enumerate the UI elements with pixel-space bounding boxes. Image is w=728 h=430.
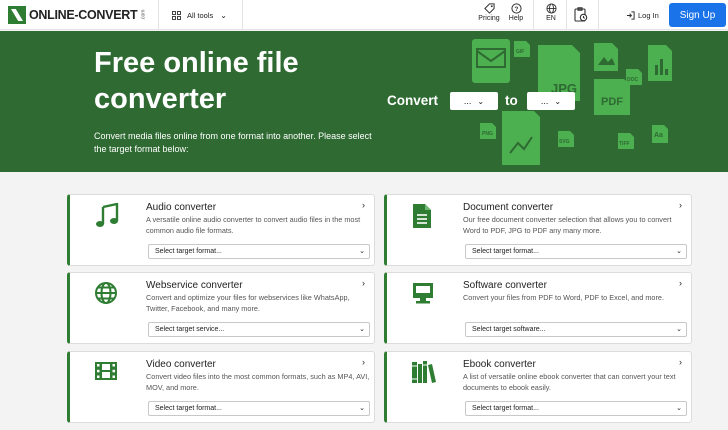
svg-text:?: ? [514, 6, 518, 13]
target-format-value: ... [540, 96, 549, 106]
grid-icon [172, 10, 181, 20]
card-description: A versatile online audio converter to co… [146, 215, 361, 235]
monitor-icon [413, 283, 433, 304]
chevron-right-icon[interactable]: › [679, 278, 682, 288]
card-title: Video converter [146, 359, 216, 370]
gif-deco-label: GIF [516, 49, 524, 55]
converter-card-audio[interactable]: Audio converter A versatile online audio… [67, 194, 375, 266]
all-tools-label: All tools [187, 10, 214, 20]
tiff-deco-label: TIFF [619, 141, 630, 147]
help-icon: ? [510, 3, 522, 14]
chevron-right-icon[interactable]: › [679, 200, 682, 210]
chevron-down-icon: ⌄ [359, 405, 365, 412]
font-deco-label: Aa [654, 132, 663, 139]
chevron-down-icon: ⌄ [676, 248, 682, 255]
globe-icon [95, 282, 117, 304]
chevron-down-icon: ⌄ [554, 96, 562, 106]
converter-card-document[interactable]: Document converter Our free document con… [384, 194, 692, 266]
logo-mark-icon [8, 6, 26, 24]
card-description: Convert and optimize your files for webs… [146, 293, 350, 313]
png-deco-label: PNG [482, 131, 493, 137]
select-value: Select target format... [472, 405, 539, 412]
pricing-link[interactable]: Pricing [474, 3, 504, 22]
hero-subtitle: Convert media files online from one form… [94, 131, 372, 154]
card-description: Our free document converter selection th… [463, 215, 672, 235]
converter-card-software[interactable]: Software converter Convert your files fr… [384, 272, 692, 344]
svg-deco-label: SVG [559, 139, 570, 145]
chevron-right-icon[interactable]: › [679, 357, 682, 367]
target-format-select[interactable]: Select target format... ⌄ [148, 401, 370, 416]
chevron-right-icon[interactable]: › [362, 357, 365, 367]
doc-deco-label: DOC [627, 77, 639, 83]
converter-card-video[interactable]: Video converter Convert video files into… [67, 351, 375, 423]
login-icon [626, 10, 635, 20]
converter-card-webservice[interactable]: Webservice converter Convert and optimiz… [67, 272, 375, 344]
header-divider [598, 0, 599, 30]
source-format-select[interactable]: ... ⌄ [450, 92, 498, 110]
target-software-select[interactable]: Select target software... ⌄ [465, 322, 687, 337]
target-format-select[interactable]: Select target format... ⌄ [148, 244, 370, 259]
chevron-down-icon: ⌄ [676, 326, 682, 333]
hero-title: Free online file converter [94, 47, 299, 115]
language-label: EN [546, 15, 556, 22]
target-service-select[interactable]: Select target service... ⌄ [148, 322, 370, 337]
signup-button[interactable]: Sign Up [669, 3, 726, 27]
chevron-down-icon: ⌄ [676, 405, 682, 412]
chevron-down-icon: ⌄ [359, 248, 365, 255]
top-navigation-bar: ONLINE-CONVERT .com All tools ⌄ Pricing … [0, 0, 728, 30]
clipboard-clock-icon [574, 7, 588, 22]
card-description: A list of versatile online ebook convert… [463, 372, 676, 392]
chevron-right-icon[interactable]: › [362, 278, 365, 288]
chevron-right-icon[interactable]: › [362, 200, 365, 210]
help-link[interactable]: ? Help [501, 3, 531, 22]
select-value: Select target format... [155, 405, 222, 412]
document-icon [413, 204, 431, 228]
select-value: Select target service... [155, 326, 225, 333]
card-title: Audio converter [146, 202, 217, 213]
globe-icon [545, 3, 557, 14]
pdf-deco-label: PDF [601, 96, 623, 108]
card-title: Software converter [463, 280, 547, 291]
select-value: Select target software... [472, 326, 546, 333]
select-value: Select target format... [472, 248, 539, 255]
pricing-label: Pricing [478, 15, 500, 22]
card-title: Ebook converter [463, 359, 536, 370]
card-description: Convert your files from PDF to Word, PDF… [463, 293, 664, 302]
card-title: Webservice converter [146, 280, 243, 291]
source-format-value: ... [463, 96, 472, 106]
music-note-icon [96, 203, 119, 227]
to-label: to [505, 93, 518, 108]
chevron-down-icon: ⌄ [220, 10, 227, 20]
hero-banner: JPG PDF GIF PNG SVG TIFF DOC Aa Free onl… [0, 31, 728, 172]
site-logo[interactable]: ONLINE-CONVERT .com [8, 6, 149, 24]
converter-card-ebook[interactable]: Ebook converter A list of versatile onli… [384, 351, 692, 423]
target-format-select[interactable]: Select target format... ⌄ [465, 401, 687, 416]
select-value: Select target format... [155, 248, 222, 255]
film-icon [95, 362, 117, 380]
logo-tld: .com [140, 9, 147, 21]
history-button[interactable] [566, 7, 596, 23]
login-label: Log In [638, 10, 659, 20]
login-link[interactable]: Log In [626, 0, 659, 30]
target-format-select[interactable]: Select target format... ⌄ [465, 244, 687, 259]
header-divider [533, 0, 534, 30]
target-format-select[interactable]: ... ⌄ [527, 92, 575, 110]
chevron-down-icon: ⌄ [359, 326, 365, 333]
all-tools-menu[interactable]: All tools ⌄ [172, 0, 227, 30]
tag-icon [483, 3, 495, 14]
language-switcher[interactable]: EN [536, 3, 566, 22]
books-icon [412, 361, 436, 383]
card-description: Convert video files into the most common… [146, 372, 370, 392]
header-divider [158, 0, 159, 30]
card-title: Document converter [463, 202, 554, 213]
help-label: Help [508, 15, 524, 22]
convert-label: Convert [387, 93, 439, 108]
chevron-down-icon: ⌄ [477, 96, 485, 106]
header-divider [242, 0, 243, 30]
logo-text: ONLINE-CONVERT [29, 8, 138, 22]
